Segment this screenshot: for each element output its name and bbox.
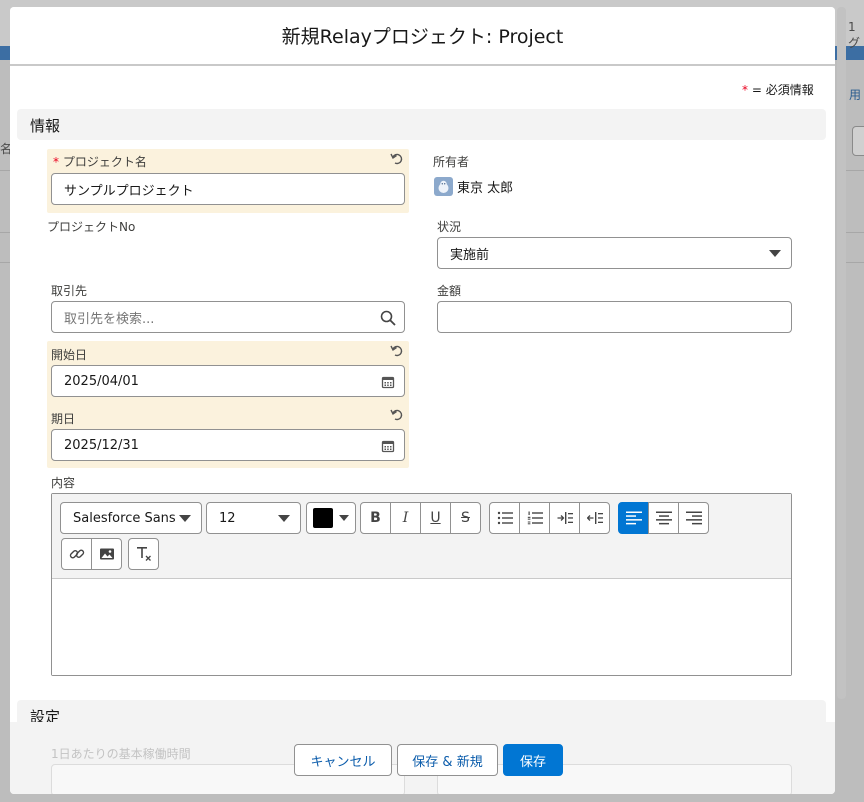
clear-formatting-button[interactable] (128, 538, 159, 570)
modal-title: 新規Relayプロジェクト: Project (281, 26, 564, 48)
link-icon (69, 549, 84, 559)
owner-avatar (434, 177, 453, 196)
indent-icon (557, 512, 573, 524)
color-swatch (313, 508, 333, 528)
start-date-label: 開始日 (51, 348, 88, 362)
amount-label: 金額 (437, 284, 462, 298)
underline-button[interactable]: U (420, 502, 451, 534)
align-left-button[interactable] (618, 502, 649, 534)
project-no-label: プロジェクトNo (47, 220, 136, 234)
bulleted-list-icon (497, 511, 513, 525)
chevron-down-icon (769, 250, 781, 257)
numbered-list-button[interactable] (519, 502, 550, 534)
amount-input[interactable] (437, 301, 792, 333)
background-divider (0, 262, 10, 263)
bold-button[interactable]: B (360, 502, 391, 534)
align-center-icon (655, 511, 672, 525)
rich-text-body[interactable] (52, 579, 791, 675)
list-button-group (489, 502, 610, 534)
cancel-button[interactable]: キャンセル (294, 744, 392, 776)
font-size-select[interactable]: 12 (206, 502, 301, 534)
outdent-button[interactable] (579, 502, 610, 534)
background-divider (0, 232, 10, 233)
align-center-button[interactable] (648, 502, 679, 534)
align-right-icon (685, 511, 702, 525)
strikethrough-button[interactable]: S (450, 502, 481, 534)
underline-icon: U (430, 510, 441, 526)
required-star: * (742, 83, 748, 97)
bold-icon: B (370, 510, 381, 526)
due-date-label: 期日 (51, 412, 76, 426)
font-size-value: 12 (219, 510, 236, 526)
format-button-group: B I U S (360, 502, 481, 534)
background-divider (846, 262, 864, 263)
insert-button-group (61, 538, 122, 570)
required-legend-text: = 必須情報 (751, 83, 814, 97)
clear-format-group (128, 538, 159, 570)
outdent-icon (586, 512, 603, 524)
background-divider (0, 170, 10, 171)
required-legend: * = 必須情報 (742, 81, 814, 98)
italic-icon: I (402, 510, 409, 526)
field-label-text: プロジェクト名 (62, 155, 147, 169)
undo-icon[interactable] (390, 152, 404, 166)
owner-label: 所有者 (433, 155, 470, 169)
account-label: 取引先 (51, 284, 88, 298)
user-avatar-icon (438, 180, 449, 193)
image-icon (99, 548, 114, 560)
background-link: 用 (849, 88, 862, 102)
project-name-label: * プロジェクト名 (53, 153, 147, 170)
section-title: 情報 (30, 117, 61, 135)
background-button (852, 126, 864, 156)
due-date-input[interactable]: 2025/12/31 (51, 429, 405, 461)
working-hours-label: 1日あたりの基本稼働時間 (51, 747, 191, 761)
owner-name[interactable]: 東京 太郎 (457, 177, 513, 196)
strikethrough-icon: S (461, 510, 470, 526)
content-label: 内容 (51, 476, 76, 490)
calendar-icon[interactable] (380, 438, 396, 454)
chevron-down-icon (179, 515, 191, 522)
search-icon (380, 310, 396, 326)
project-name-value: サンプルプロジェクト (64, 183, 194, 199)
italic-button[interactable]: I (390, 502, 421, 534)
align-right-button[interactable] (678, 502, 709, 534)
chevron-down-icon (339, 515, 349, 521)
status-label: 状況 (437, 220, 462, 234)
undo-icon[interactable] (390, 408, 404, 422)
insert-image-button[interactable] (91, 538, 122, 570)
rich-text-editor: Salesforce Sans 12 B I U S (51, 493, 792, 676)
account-lookup-input[interactable]: 取引先を検索... (51, 301, 405, 333)
due-date-value: 2025/12/31 (64, 437, 139, 453)
required-star: * (53, 155, 59, 169)
start-date-input[interactable]: 2025/04/01 (51, 365, 405, 397)
start-date-value: 2025/04/01 (64, 373, 139, 389)
modal-header: 新規Relayプロジェクト: Project (10, 7, 835, 66)
rich-text-toolbar: Salesforce Sans 12 B I U S (52, 494, 791, 579)
font-family-value: Salesforce Sans (73, 510, 176, 526)
alignment-button-group (618, 502, 709, 534)
background-divider (846, 232, 864, 233)
status-value: 実施前 (450, 247, 490, 263)
bulleted-list-button[interactable] (489, 502, 520, 534)
background-text: 1グ (848, 20, 861, 50)
indent-button[interactable] (549, 502, 580, 534)
font-family-select[interactable]: Salesforce Sans (60, 502, 202, 534)
status-select[interactable]: 実施前 (437, 237, 792, 269)
save-button[interactable]: 保存 (503, 744, 563, 776)
insert-link-button[interactable] (61, 538, 92, 570)
account-placeholder: 取引先を検索... (64, 311, 155, 327)
chevron-down-icon (278, 515, 290, 522)
calendar-icon[interactable] (380, 374, 396, 390)
background-divider (846, 170, 864, 171)
section-header-info[interactable]: 情報 (17, 109, 826, 140)
clear-formatting-icon (136, 547, 151, 561)
project-name-input[interactable]: サンプルプロジェクト (51, 173, 405, 205)
numbered-list-icon (527, 511, 543, 525)
align-left-icon (625, 511, 642, 525)
save-and-new-button[interactable]: 保存 & 新規 (397, 744, 498, 776)
text-color-picker[interactable] (306, 502, 356, 534)
undo-icon[interactable] (390, 344, 404, 358)
modal-scrollbar[interactable] (837, 7, 846, 699)
new-project-modal: 新規Relayプロジェクト: Project * = 必須情報 情報 * プロジ… (10, 7, 835, 794)
